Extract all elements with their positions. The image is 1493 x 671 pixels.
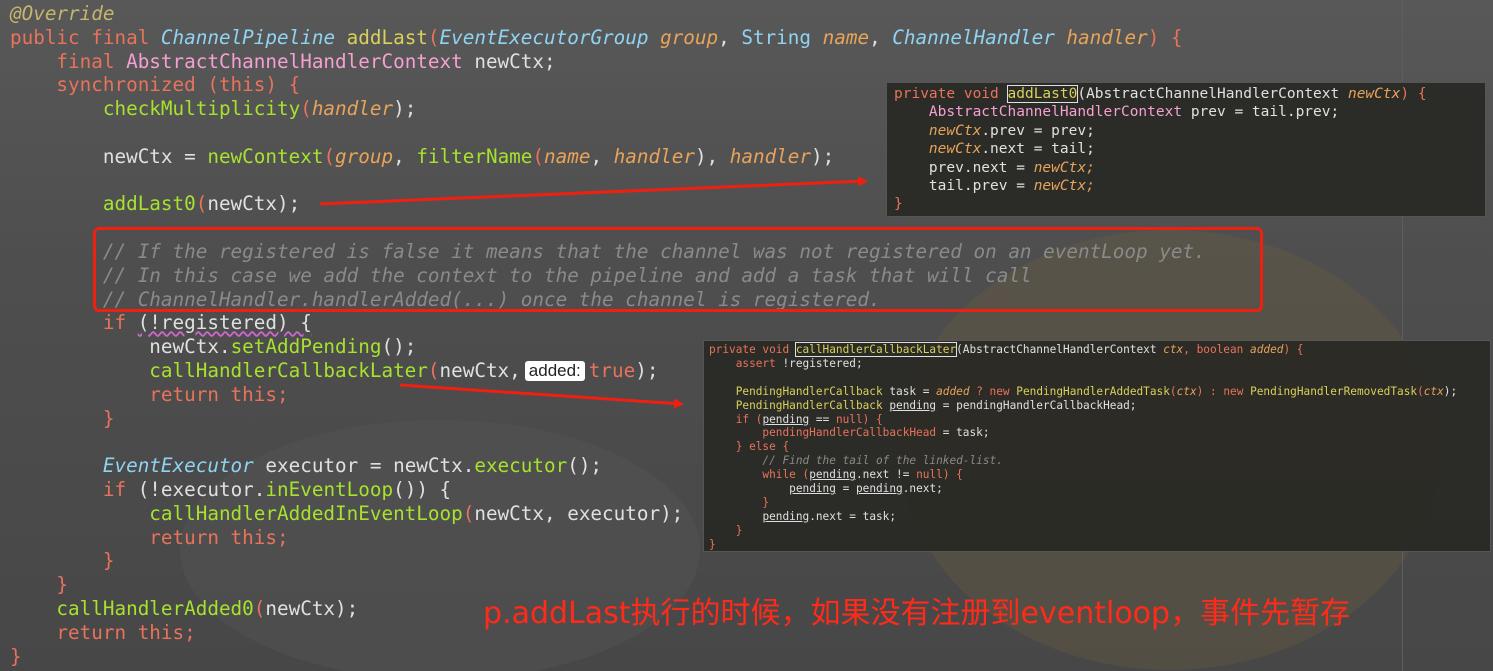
editor-screenshot: @Override public final ChannelPipeline ad… [0,0,1493,671]
arrow-to-add-last0 [319,176,868,206]
annotation-arrows [319,176,868,409]
annotation-note: p.addLast执行的时候，如果没有注册到eventloop，事件先暂存 [483,596,1351,631]
arrow-to-callback-later [399,383,684,409]
